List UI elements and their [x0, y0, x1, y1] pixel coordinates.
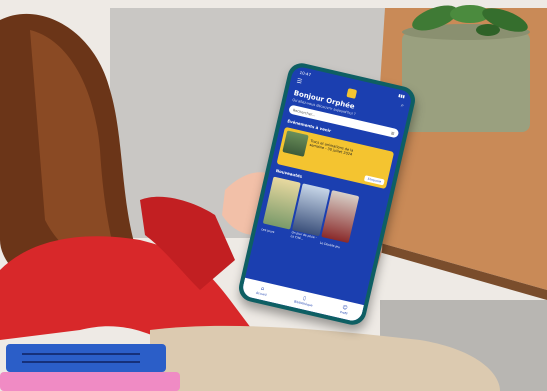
book-caption: Le Double jeu	[319, 240, 341, 250]
book-pink	[0, 372, 180, 391]
tab-home[interactable]: ⌂ Accueil	[256, 285, 269, 297]
tab-label: Profil	[339, 310, 348, 316]
tab-profile[interactable]: ☺ Profil	[340, 304, 350, 315]
book-caption: Un jour de pluie - La Cité...	[290, 230, 318, 241]
book-caption: Les jours	[260, 227, 275, 235]
search-icon[interactable]: ⌕	[400, 102, 404, 108]
search-placeholder: Rechercher...	[292, 107, 316, 117]
event-image	[282, 130, 309, 157]
menu-icon[interactable]: ☰	[296, 77, 303, 85]
tab-library[interactable]: ▯ Bibliothèque	[294, 294, 315, 307]
photo-scene: 10:47 ▮▮▮ ☰ ⌕ Bonjour Orphée Qu'allez-vo…	[0, 0, 547, 391]
barcode-icon[interactable]: ▥	[391, 130, 395, 135]
app-logo	[346, 88, 357, 99]
plant-pot	[402, 32, 530, 132]
event-register-button[interactable]: S'inscrire	[364, 175, 385, 186]
book-blue	[6, 344, 166, 372]
